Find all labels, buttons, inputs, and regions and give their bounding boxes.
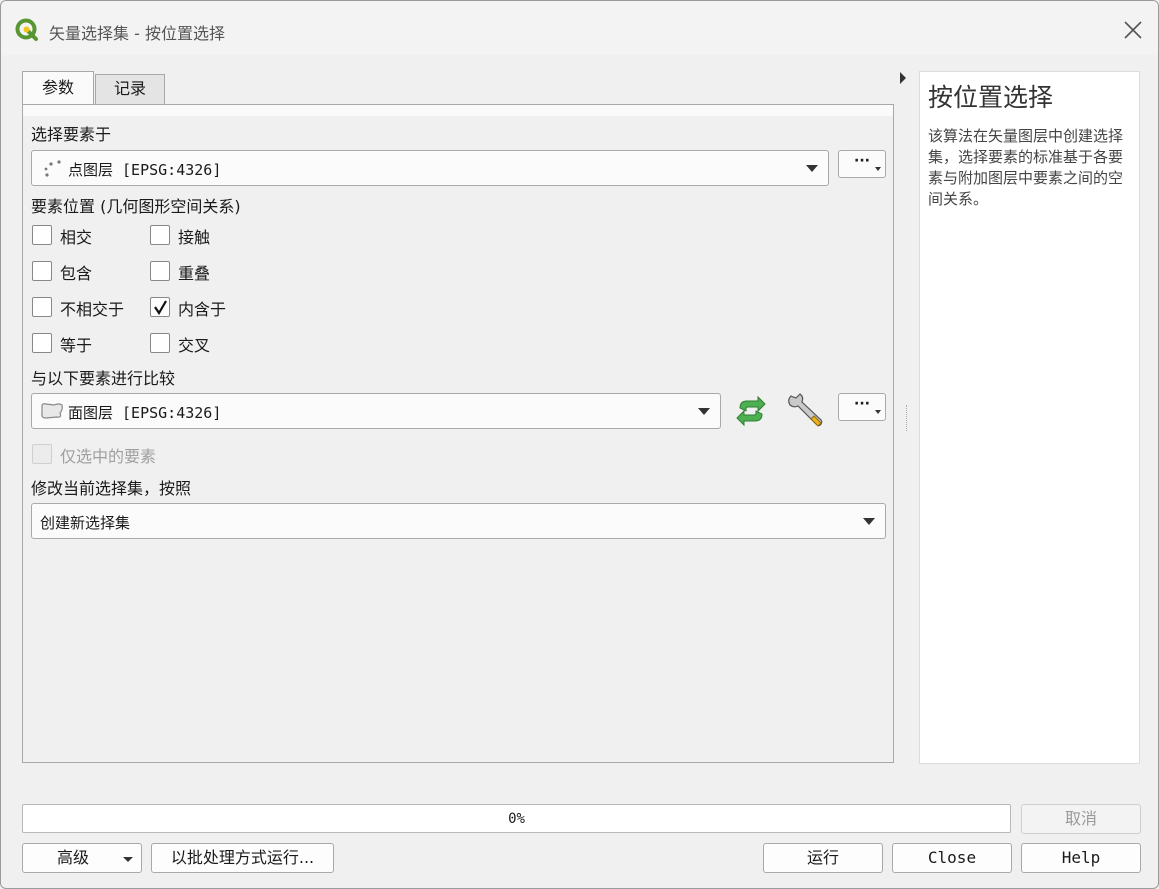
checkbox-contain[interactable] — [32, 261, 52, 281]
checkbox-overlap-label: 重叠 — [178, 264, 211, 283]
title-bar: 矢量选择集 - 按位置选择 — [1, 1, 1158, 55]
tab-parameters-label: 参数 — [41, 78, 74, 97]
intersect-layer-value: 面图层 [EPSG:4326] — [68, 404, 222, 422]
checkbox-equal[interactable] — [32, 333, 52, 353]
tab-log-label: 记录 — [113, 79, 146, 98]
method-value: 创建新选择集 — [40, 514, 131, 532]
checkmark-icon — [154, 300, 167, 315]
method-combo[interactable]: 创建新选择集 — [31, 503, 886, 539]
splitter-handle[interactable] — [906, 405, 908, 431]
window-title: 矢量选择集 - 按位置选择 — [49, 24, 225, 43]
select-from-label: 选择要素于 — [31, 125, 112, 144]
help-pane: 按位置选择 该算法在矢量图层中创建选择集，选择要素的标准基于各要素与附加图层中要… — [919, 71, 1140, 764]
tab-log[interactable]: 记录 — [95, 74, 165, 104]
cancel-button[interactable]: 取消 — [1021, 804, 1141, 834]
checkbox-intersect[interactable] — [32, 225, 52, 245]
chevron-down-icon — [863, 518, 875, 525]
input-layer-options-button[interactable]: ··· — [838, 150, 886, 178]
checkbox-cross-label: 交叉 — [178, 336, 211, 355]
dropdown-arrow-icon — [123, 857, 133, 862]
wrench-icon[interactable] — [785, 392, 825, 430]
qgis-logo-icon — [15, 18, 38, 41]
chevron-down-icon — [806, 165, 818, 172]
progress-label: 0% — [508, 811, 525, 827]
menu-arrow-icon — [875, 410, 881, 414]
checkbox-contain-label: 包含 — [60, 264, 93, 283]
tab-parameters[interactable]: 参数 — [22, 71, 94, 105]
predicate-label: 要素位置 (几何图形空间关系) — [31, 197, 241, 216]
checkbox-intersect-label: 相交 — [60, 228, 93, 247]
checkbox-disjoint-label: 不相交于 — [60, 300, 125, 319]
checkbox-touch-label: 接触 — [178, 228, 211, 247]
checkbox-overlap[interactable] — [150, 261, 170, 281]
checkbox-disjoint[interactable] — [32, 297, 52, 317]
close-icon[interactable] — [1122, 19, 1144, 41]
advanced-button-label: 高级 — [56, 848, 89, 867]
intersect-layer-options-button[interactable]: ··· — [838, 393, 886, 421]
dots-label: ··· — [854, 396, 870, 412]
checkbox-cross[interactable] — [150, 333, 170, 353]
checkbox-touch[interactable] — [150, 225, 170, 245]
intersect-layer-combo[interactable]: 面图层 [EPSG:4326] — [31, 393, 721, 429]
parameters-panel: 选择要素于 点图层 [EPSG:4326] ··· 要素位置 (几何图形空间关系… — [22, 104, 894, 763]
menu-arrow-icon — [875, 167, 881, 171]
help-title: 按位置选择 — [928, 83, 1054, 112]
chevron-down-icon — [698, 408, 710, 415]
modify-label: 修改当前选择集，按照 — [31, 479, 192, 498]
progress-bar: 0% — [22, 804, 1011, 833]
help-body: 该算法在矢量图层中创建选择集，选择要素的标准基于各要素与附加图层中要素之间的空间… — [928, 127, 1124, 208]
polygon-layer-icon — [41, 403, 63, 419]
close-button[interactable]: Close — [892, 843, 1012, 873]
collapse-help-icon[interactable] — [900, 72, 906, 84]
checkbox-equal-label: 等于 — [60, 336, 93, 355]
run-button[interactable]: 运行 — [763, 843, 883, 873]
input-layer-combo[interactable]: 点图层 [EPSG:4326] — [31, 150, 829, 186]
checkbox-within-label: 内含于 — [178, 300, 227, 319]
compare-label: 与以下要素进行比较 — [31, 369, 176, 388]
input-layer-value: 点图层 [EPSG:4326] — [68, 161, 222, 179]
checkbox-selected-only-label: 仅选中的要素 — [60, 447, 157, 466]
advanced-button[interactable]: 高级 — [22, 843, 142, 873]
refresh-icon[interactable] — [733, 395, 769, 427]
dots-label: ··· — [854, 153, 870, 169]
batch-process-button[interactable]: 以批处理方式运行... — [151, 843, 334, 873]
dialog-window: 矢量选择集 - 按位置选择 参数 记录 选择要素于 点图层 [EPSG:4326… — [0, 0, 1159, 889]
help-button[interactable]: Help — [1021, 843, 1141, 873]
checkbox-selected-only[interactable] — [32, 444, 52, 464]
checkbox-within[interactable] — [150, 297, 170, 317]
point-layer-icon — [44, 160, 61, 177]
